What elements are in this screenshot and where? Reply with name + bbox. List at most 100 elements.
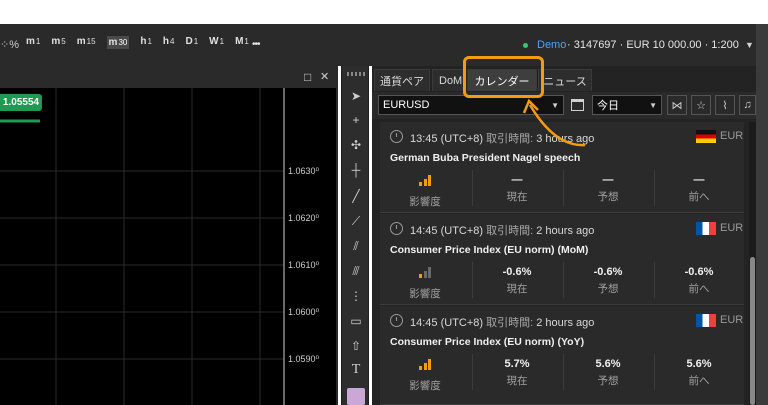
chart-panel: □ ✕ 1.05554 1.0630⁰ 1.0620⁰ 1.0610⁰ 1.06… <box>0 66 338 405</box>
pitchfork-icon[interactable]: ⫻ <box>346 261 366 281</box>
impact-cell: 影響度 <box>380 357 470 393</box>
clock-icon <box>390 222 403 235</box>
crosshair-alt-icon[interactable]: ✣ <box>346 135 366 155</box>
horizontal-line-icon[interactable]: ┼ <box>346 160 366 180</box>
channel-icon[interactable]: ⫽ <box>346 236 366 256</box>
france-flag-icon <box>696 314 716 327</box>
timeframe-W1[interactable]: W1 <box>209 36 224 49</box>
crosshair-icon[interactable]: + <box>346 110 366 130</box>
drag-handle-icon[interactable] <box>347 72 365 76</box>
timeframe-h4[interactable]: h4 <box>163 36 175 49</box>
timeframe-unit: h <box>140 36 147 47</box>
tab-currency-pairs[interactable]: 通貨ペア <box>374 69 430 91</box>
impact-cell: 影響度 <box>380 173 470 209</box>
actual-cell: — 現在 <box>506 174 528 203</box>
timeframe-count: 1 <box>35 37 41 46</box>
france-flag-icon <box>696 222 716 235</box>
window-edge <box>756 24 768 405</box>
share-icon[interactable]: ⋈ <box>667 95 687 115</box>
timeframe-count: 15 <box>86 37 96 46</box>
event-currency: EUR <box>720 222 744 234</box>
chart-view-icon[interactable]: ⌇ <box>715 95 735 115</box>
arrow-up-icon[interactable]: ⇧ <box>346 336 366 356</box>
timeframe-unit: M <box>235 36 244 47</box>
current-price-value: 1.05554 <box>2 97 40 108</box>
bell-icon[interactable]: ♫ <box>739 95 756 115</box>
top-toolbar: ⁘% m 1 m 5 m 15 m 30 h 1 h 4 D 1 W 1 M 1 ••• Demo · 31476… <box>0 24 768 66</box>
price-chart[interactable]: 1.05554 1.0630⁰ 1.0620⁰ 1.0610⁰ 1.0600⁰ … <box>0 88 336 405</box>
period-select[interactable]: 今日 ▼ <box>592 95 662 115</box>
timeframe-m5[interactable]: m5 <box>51 36 65 49</box>
period-value: 今日 <box>597 100 619 112</box>
ray-icon[interactable]: ⟋ <box>346 211 366 231</box>
event-currency: EUR <box>720 314 744 326</box>
crosshair-tool-icon[interactable]: ⁘% <box>0 38 19 51</box>
cursor-tool-icon[interactable]: ➤ <box>346 86 366 106</box>
drawing-tools: ➤ + ✣ ┼ ╱ ⟋ ⫽ ⫻ ⋮ ▭ ⇧ T <box>341 66 369 405</box>
trend-line-icon[interactable]: ╱ <box>346 186 366 206</box>
timeframe-count: 4 <box>170 37 175 46</box>
tab-dom[interactable]: DoM <box>432 69 466 91</box>
y-tick: 1.0610⁰ <box>288 260 320 270</box>
timeframe-count: 30 <box>118 38 128 47</box>
timeframe-m15[interactable]: m 15 <box>77 36 96 49</box>
chevron-down-icon: ▼ <box>649 101 657 110</box>
timeframe-count: 1 <box>147 37 152 46</box>
online-status-icon <box>523 43 528 48</box>
maximize-icon[interactable]: □ <box>304 70 311 84</box>
forecast-cell: -0.6% 予想 <box>593 266 623 295</box>
event-time: 14:45 (UTC+8) 取引時間: 2 hours ago <box>410 225 595 237</box>
scrollbar-thumb[interactable] <box>750 257 755 405</box>
tab-news[interactable]: ニュース <box>538 69 592 91</box>
impact-bars-icon <box>419 359 431 370</box>
favorite-star-icon[interactable]: ☆ <box>691 95 711 115</box>
timeframe-m30[interactable]: m 30 <box>106 36 130 49</box>
timeframe-unit: m <box>76 36 86 47</box>
event-title: Consumer Price Index (EU norm) (YoY) <box>390 336 585 348</box>
impact-bars-icon <box>419 175 431 186</box>
actual-cell: -0.6% 現在 <box>502 266 532 295</box>
tab-highlight <box>463 56 544 98</box>
clock-icon <box>390 314 403 327</box>
color-swatch[interactable] <box>347 388 365 405</box>
forecast-cell: — 予想 <box>597 174 619 203</box>
timeframe-m1[interactable]: m1 <box>26 36 40 49</box>
top-margin <box>0 0 768 24</box>
timeframe-M1[interactable]: M1 <box>235 36 249 49</box>
timeframe-unit: h <box>162 36 170 47</box>
timeframe-count: 1 <box>244 37 249 46</box>
account-dropdown-icon[interactable]: ▼ <box>745 40 754 50</box>
clock-icon <box>390 130 403 143</box>
timeframe-count: 5 <box>61 37 66 46</box>
timeframe-unit: m <box>26 36 35 47</box>
more-timeframes-button[interactable]: ••• <box>252 39 260 50</box>
event-title: Consumer Price Index (EU norm) (MoM) <box>390 244 589 256</box>
fibonacci-icon[interactable]: ⋮ <box>346 286 366 306</box>
timeframe-D1[interactable]: D1 <box>185 36 198 49</box>
timeframe-unit: D <box>185 36 193 47</box>
chart-grid <box>0 88 285 405</box>
forecast-cell: 5.6% 予想 <box>595 358 621 387</box>
timeframe-h1[interactable]: h1 <box>140 36 152 49</box>
y-tick: 1.0620⁰ <box>288 213 320 223</box>
symbol-value: EURUSD <box>383 99 430 111</box>
impact-cell: 影響度 <box>380 265 470 301</box>
account-info[interactable]: · 3147697 · EUR 10 000.00 · 1:200 <box>567 39 739 51</box>
event-list-scrollbar[interactable] <box>749 122 756 405</box>
timeframe-count: 1 <box>193 37 199 46</box>
calendar-event[interactable]: 14:45 (UTC+8) 取引時間: 2 hours ago EUR Consum… <box>380 214 744 305</box>
germany-flag-icon <box>696 130 716 143</box>
actual-cell: 5.7% 現在 <box>504 358 530 387</box>
timeframe-selector: m 1 m 5 m 15 m 30 h 1 h 4 D 1 W 1 M 1 <box>26 36 260 49</box>
previous-cell: 5.6% 前へ <box>686 358 712 387</box>
text-tool-icon[interactable]: T <box>346 360 366 380</box>
y-tick: 1.0630⁰ <box>288 166 320 176</box>
calendar-event[interactable]: 14:45 (UTC+8) 取引時間: 2 hours ago EUR Consum… <box>380 306 744 405</box>
event-time: 14:45 (UTC+8) 取引時間: 2 hours ago <box>410 317 595 329</box>
previous-cell: — 前へ <box>688 174 710 203</box>
close-icon[interactable]: ✕ <box>320 70 329 83</box>
account-mode[interactable]: Demo <box>537 39 566 51</box>
trading-app: ⁘% m 1 m 5 m 15 m 30 h 1 h 4 D 1 W 1 M 1 ••• Demo · 31476… <box>0 0 768 405</box>
y-tick: 1.0590⁰ <box>288 354 320 364</box>
rectangle-icon[interactable]: ▭ <box>346 311 366 331</box>
